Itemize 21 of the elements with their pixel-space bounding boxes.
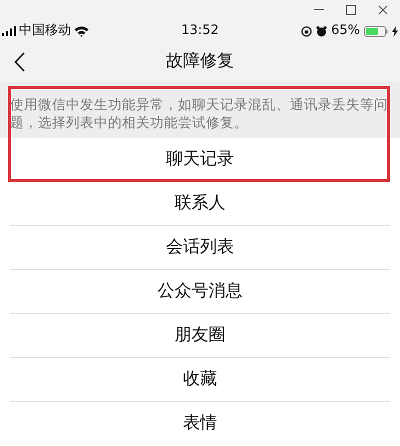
clock-time: 13:52 [181, 22, 219, 40]
wifi-icon [74, 26, 89, 36]
list-item[interactable]: 收藏 [183, 366, 217, 392]
description-text: 使用微信中发生功能异常，如聊天记录混乱、通讯录丢失等问题，选择列表中的相关功能尝试修复。 [10, 96, 389, 132]
rotation-lock-icon [301, 26, 312, 36]
back-icon[interactable] [14, 52, 25, 72]
maximize-icon[interactable] [346, 5, 356, 15]
page-title: 故障修复 [166, 50, 234, 74]
list-item[interactable]: 表情 [183, 411, 217, 437]
list-item[interactable]: 会话列表 [166, 234, 234, 260]
signal-icon [2, 26, 16, 36]
minimize-icon[interactable] [314, 9, 324, 11]
list-item[interactable]: 联系人 [174, 190, 226, 216]
charging-icon [392, 26, 398, 36]
battery-percent: 65% [331, 22, 360, 40]
carrier-name: 中国移动 [19, 22, 71, 40]
list-item[interactable]: 聊天记录 [166, 146, 234, 172]
battery-icon [364, 26, 388, 36]
list-item[interactable]: 公众号消息 [158, 278, 242, 304]
list-item[interactable]: 朋友圈 [174, 322, 226, 348]
close-icon[interactable] [378, 5, 388, 15]
